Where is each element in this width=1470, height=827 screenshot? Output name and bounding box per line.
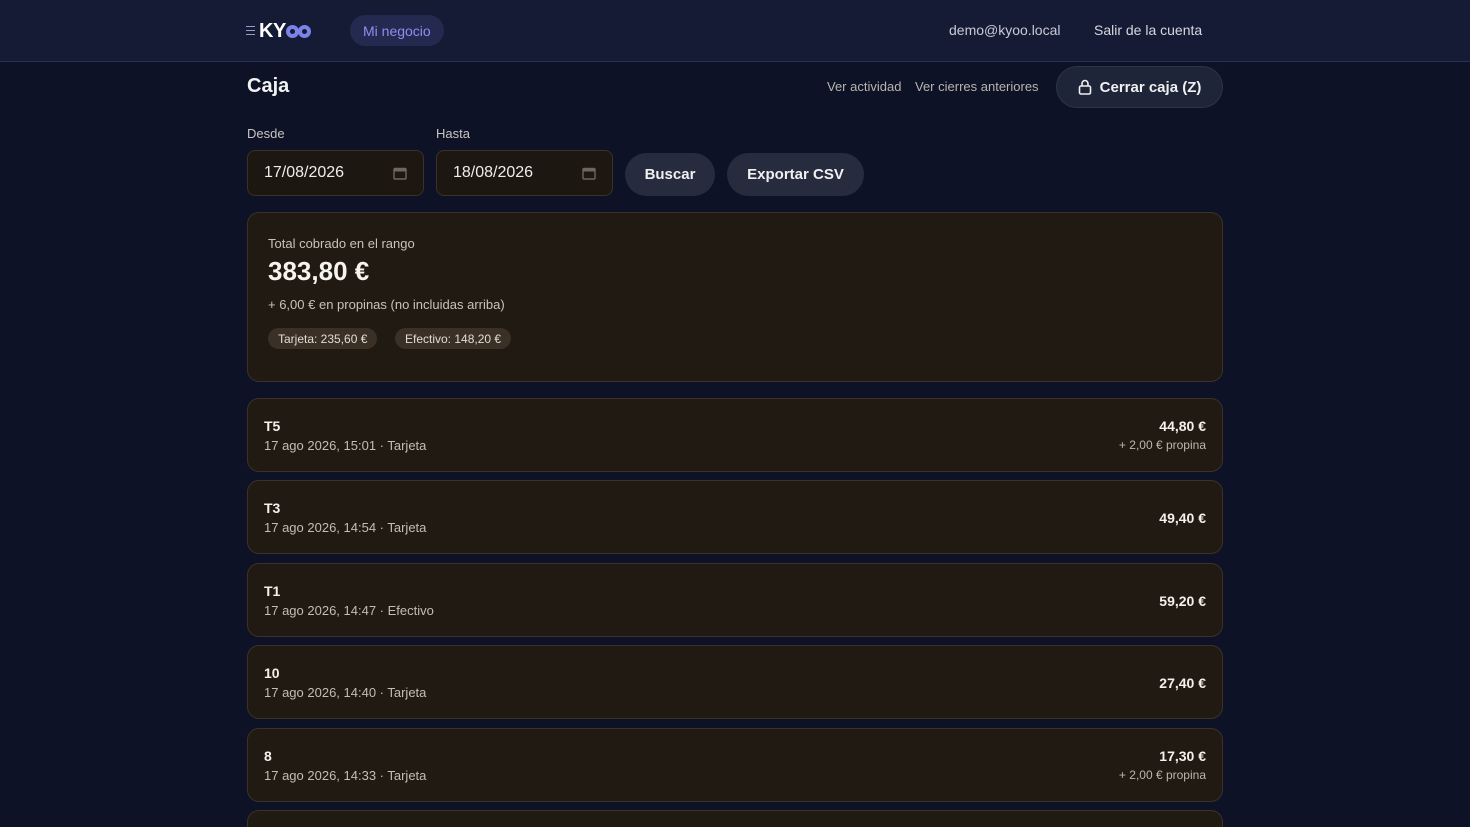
transaction-amount: 44,80 € bbox=[1159, 418, 1206, 434]
close-register-label: Cerrar caja (Z) bbox=[1099, 78, 1202, 96]
summary-label: Total cobrado en el rango bbox=[268, 236, 415, 251]
transaction-meta: 17 ago 2026, 14:33 · Tarjeta bbox=[264, 768, 427, 783]
summary-total: 383,80 € bbox=[268, 256, 370, 286]
transaction-meta: 17 ago 2026, 14:40 · Tarjeta bbox=[264, 685, 427, 700]
transaction-meta: 17 ago 2026, 14:54 · Tarjeta bbox=[264, 520, 427, 535]
transaction-tip: + 2,00 € propina bbox=[1118, 768, 1206, 782]
calendar-icon[interactable] bbox=[582, 166, 596, 180]
nav-item-mi-negocio[interactable]: Mi negocio bbox=[350, 15, 444, 46]
logo[interactable]: KY bbox=[259, 18, 311, 44]
logo-text: KY bbox=[259, 19, 286, 42]
from-label: Desde bbox=[247, 126, 285, 141]
lock-icon bbox=[1078, 79, 1091, 95]
card-total-badge: Tarjeta: 235,60 € bbox=[268, 328, 378, 349]
transaction-amount: 49,40 € bbox=[1159, 510, 1206, 526]
to-label: Hasta bbox=[436, 126, 470, 141]
transaction-amount: 59,20 € bbox=[1159, 593, 1206, 609]
summary-card: Total cobrado en el rango 383,80 € + 6,0… bbox=[247, 212, 1223, 382]
view-closures-link[interactable]: Ver cierres anteriores bbox=[915, 79, 1039, 94]
from-date-value: 17/08/2026 bbox=[264, 164, 345, 181]
transaction-amount: 27,40 € bbox=[1159, 675, 1206, 691]
to-date-input[interactable]: 18/08/2026 bbox=[436, 150, 613, 196]
logo-eyes-icon bbox=[285, 24, 311, 38]
page-title: Caja bbox=[247, 75, 290, 97]
transaction-title: 10 bbox=[264, 665, 280, 681]
transaction-row[interactable]: T1 17 ago 2026, 14:47 · Efectivo 59,20 € bbox=[247, 563, 1223, 637]
transaction-meta: 17 ago 2026, 15:01 · Tarjeta bbox=[264, 438, 427, 453]
top-bar: KY Mi negocio demo@kyoo.local Salir de l… bbox=[0, 0, 1470, 62]
user-email: demo@kyoo.local bbox=[949, 22, 1061, 38]
logout-link[interactable]: Salir de la cuenta bbox=[1094, 22, 1202, 38]
transaction-row[interactable]: 10 17 ago 2026, 14:40 · Tarjeta 27,40 € bbox=[247, 645, 1223, 719]
cash-total-badge: Efectivo: 148,20 € bbox=[395, 328, 512, 349]
transaction-row[interactable]: 8 17 ago 2026, 14:33 · Tarjeta 17,30 € +… bbox=[247, 728, 1223, 802]
calendar-icon[interactable] bbox=[393, 166, 407, 180]
transaction-row[interactable]: T3 17 ago 2026, 14:54 · Tarjeta 49,40 € bbox=[247, 480, 1223, 554]
export-csv-button[interactable]: Exportar CSV bbox=[727, 153, 864, 196]
transaction-title: T1 bbox=[264, 583, 281, 599]
menu-icon[interactable] bbox=[246, 26, 255, 35]
close-register-button[interactable]: Cerrar caja (Z) bbox=[1056, 66, 1223, 108]
view-activity-link[interactable]: Ver actividad bbox=[827, 79, 901, 94]
transaction-tip: + 2,00 € propina bbox=[1118, 438, 1206, 452]
transaction-title: 8 bbox=[264, 748, 272, 764]
transaction-meta: 17 ago 2026, 14:47 · Efectivo bbox=[264, 603, 434, 618]
search-button[interactable]: Buscar bbox=[625, 153, 715, 196]
summary-tips: + 6,00 € en propinas (no incluidas arrib… bbox=[268, 297, 505, 312]
transaction-title: T5 bbox=[264, 418, 281, 434]
transaction-row-partial[interactable] bbox=[247, 810, 1223, 827]
transaction-row[interactable]: T5 17 ago 2026, 15:01 · Tarjeta 44,80 € … bbox=[247, 398, 1223, 472]
transaction-title: T3 bbox=[264, 500, 281, 516]
to-date-value: 18/08/2026 bbox=[453, 164, 534, 181]
from-date-input[interactable]: 17/08/2026 bbox=[247, 150, 424, 196]
transaction-amount: 17,30 € bbox=[1159, 748, 1206, 764]
